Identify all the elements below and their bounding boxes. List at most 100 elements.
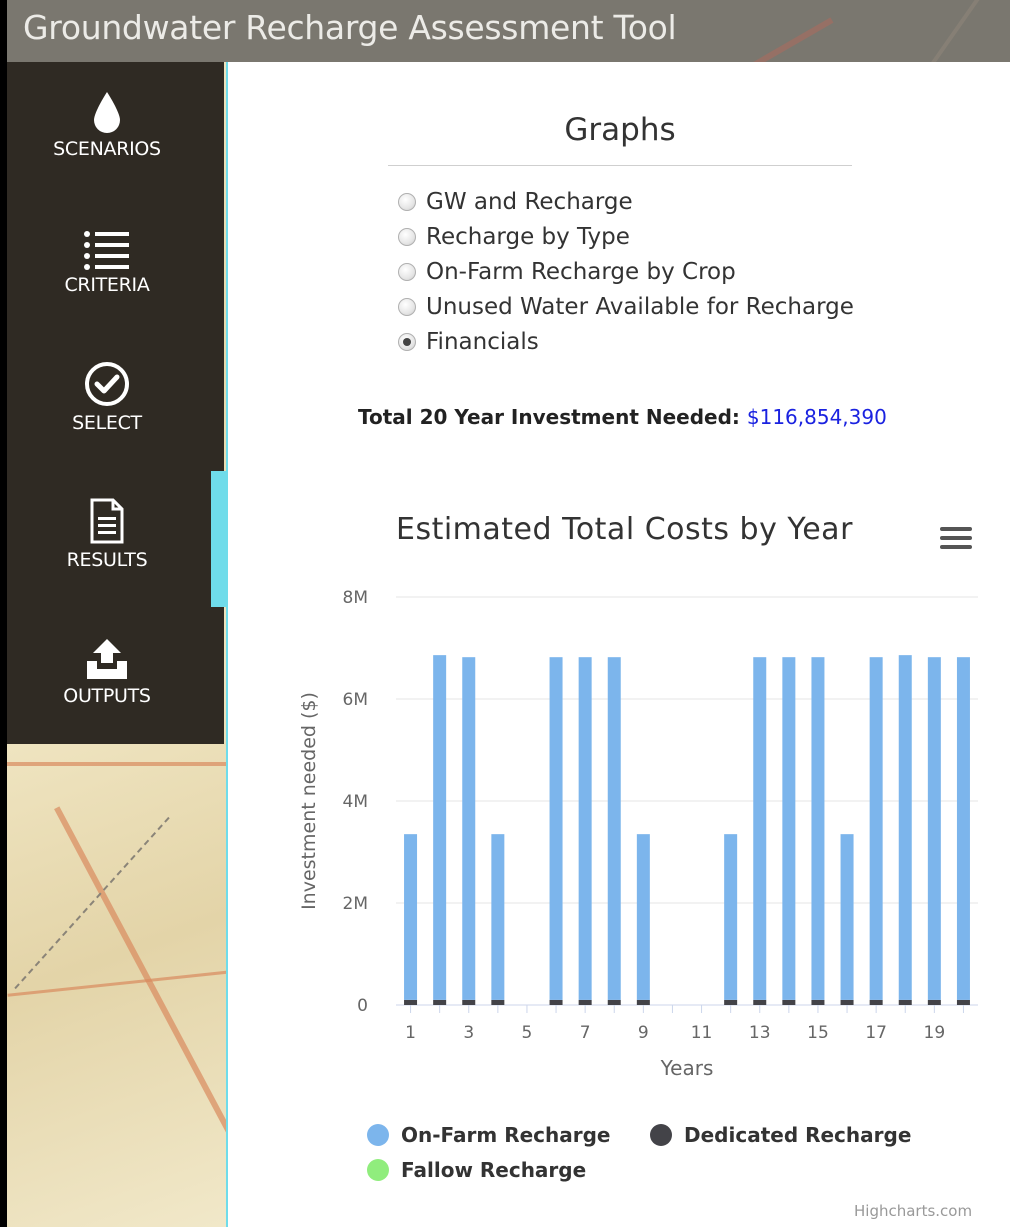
bar-on-farm-recharge [404, 834, 418, 1000]
bar-dedicated-recharge [607, 999, 621, 1005]
total-investment-label: Total 20 Year Investment Needed: [358, 405, 740, 429]
check-circle-icon [85, 362, 129, 406]
y-tick-label: 4M [343, 792, 368, 812]
x-tick-label: 17 [865, 1023, 887, 1043]
menu-icon [940, 527, 972, 531]
radio-label: Recharge by Type [426, 224, 630, 250]
bar-on-farm-recharge [782, 657, 796, 1000]
bar-dedicated-recharge [462, 999, 476, 1005]
title-bar: Groundwater Recharge Assessment Tool [7, 0, 1010, 62]
sidebar: SCENARIOS CRITERIA SELECT RESULTS OUTPUT… [7, 62, 224, 744]
bar-dedicated-recharge [898, 999, 912, 1005]
y-tick-label: 0 [357, 996, 368, 1016]
chart-menu-button[interactable] [940, 527, 972, 551]
x-tick-label: 5 [522, 1023, 533, 1043]
bar-on-farm-recharge [753, 657, 767, 1000]
radio-gw-and-recharge[interactable]: GW and Recharge [398, 187, 633, 217]
app-title: Groundwater Recharge Assessment Tool [23, 8, 677, 47]
radio-label: Financials [426, 329, 539, 355]
radio-button[interactable] [398, 228, 416, 246]
sidebar-item-label: RESULTS [66, 549, 148, 571]
legend-label: Fallow Recharge [401, 1158, 587, 1182]
sidebar-item-label: OUTPUTS [63, 685, 151, 707]
chart-title: Estimated Total Costs by Year [396, 512, 853, 547]
bar-dedicated-recharge [724, 999, 738, 1005]
x-tick-label: 3 [463, 1023, 474, 1043]
map-road [7, 762, 226, 766]
active-tab-indicator [211, 471, 226, 607]
bar-dedicated-recharge [869, 999, 883, 1005]
y-tick-label: 2M [343, 894, 368, 914]
x-tick-label: 1 [405, 1023, 416, 1043]
x-axis-title: Years [660, 1056, 714, 1080]
water-drop-icon [94, 92, 120, 133]
legend-label: Dedicated Recharge [684, 1123, 912, 1147]
sidebar-item-select[interactable]: SELECT [7, 360, 207, 434]
bar-on-farm-recharge [811, 657, 825, 1000]
radio-button[interactable] [398, 298, 416, 316]
bar-on-farm-recharge [636, 834, 650, 1000]
legend-marker [650, 1124, 672, 1146]
sidebar-item-label: CRITERIA [64, 274, 150, 296]
chart-credits[interactable]: Highcharts.com [854, 1202, 972, 1220]
sidebar-item-label: SELECT [72, 412, 142, 434]
x-tick-label: 19 [924, 1023, 946, 1043]
bar-dedicated-recharge [636, 999, 650, 1005]
sidebar-item-results[interactable]: RESULTS [7, 497, 207, 571]
bar-chart: 02M4M6M8MInvestment needed ($)1 3 5 7 9 11 13 1… [298, 588, 978, 1080]
bar-dedicated-recharge [782, 999, 796, 1005]
legend-item-on-farm[interactable]: On-Farm Recharge [367, 1123, 611, 1147]
bar-dedicated-recharge [927, 999, 941, 1005]
sidebar-item-outputs[interactable]: OUTPUTS [7, 637, 207, 707]
bar-dedicated-recharge [811, 999, 825, 1005]
radio-button[interactable] [398, 263, 416, 281]
bar-dedicated-recharge [578, 999, 592, 1005]
bar-on-farm-recharge [869, 657, 883, 1000]
bar-on-farm-recharge [927, 657, 941, 1000]
radio-button-selected[interactable] [398, 333, 416, 351]
upload-tray-icon [87, 639, 127, 679]
bar-dedicated-recharge [491, 999, 505, 1005]
bar-dedicated-recharge [549, 999, 563, 1005]
bar-dedicated-recharge [753, 999, 767, 1005]
legend-marker [367, 1124, 389, 1146]
radio-financials[interactable]: Financials [398, 327, 539, 357]
divider [388, 165, 852, 166]
x-tick-label: 7 [580, 1023, 591, 1043]
radio-unused-water[interactable]: Unused Water Available for Recharge [398, 292, 854, 322]
legend-marker [367, 1159, 389, 1181]
x-tick-label: 9 [638, 1023, 649, 1043]
bar-dedicated-recharge [840, 999, 854, 1005]
bar-on-farm-recharge [956, 657, 970, 1000]
bar-on-farm-recharge [607, 657, 621, 1000]
menu-icon [940, 545, 972, 549]
map-road [912, 0, 986, 62]
y-tick-label: 8M [343, 588, 368, 608]
bar-on-farm-recharge [433, 655, 447, 1000]
map-boundary [14, 816, 170, 990]
map-road [726, 17, 834, 62]
bar-dedicated-recharge [433, 999, 447, 1005]
bar-on-farm-recharge [840, 834, 854, 1000]
bar-on-farm-recharge [549, 657, 563, 1000]
sidebar-item-label: SCENARIOS [53, 138, 161, 160]
sidebar-item-scenarios[interactable]: SCENARIOS [7, 90, 207, 160]
bar-on-farm-recharge [462, 657, 476, 1000]
total-investment-value: $116,854,390 [746, 405, 887, 429]
map-road [54, 806, 226, 1198]
radio-label: GW and Recharge [426, 189, 633, 215]
x-tick-label: 13 [749, 1023, 771, 1043]
radio-recharge-by-type[interactable]: Recharge by Type [398, 222, 630, 252]
legend-item-dedicated[interactable]: Dedicated Recharge [650, 1123, 911, 1147]
radio-on-farm-recharge-by-crop[interactable]: On-Farm Recharge by Crop [398, 257, 736, 287]
map-road [7, 970, 226, 997]
bar-on-farm-recharge [724, 834, 738, 1000]
document-icon [90, 498, 124, 544]
x-tick-label: 11 [691, 1023, 713, 1043]
sidebar-item-criteria[interactable]: CRITERIA [7, 230, 207, 296]
graphs-heading: Graphs [564, 112, 676, 148]
total-investment: Total 20 Year Investment Needed: $116,85… [358, 405, 887, 429]
legend-item-fallow[interactable]: Fallow Recharge [367, 1158, 586, 1182]
radio-button[interactable] [398, 193, 416, 211]
radio-label: Unused Water Available for Recharge [426, 294, 854, 320]
